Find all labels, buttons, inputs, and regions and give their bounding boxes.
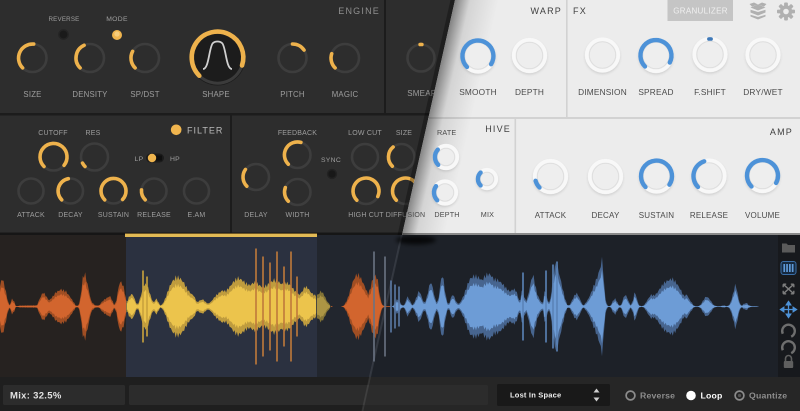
svg-text:GRANULIZER: GRANULIZER — [673, 7, 728, 16]
svg-text:DENSITY: DENSITY — [72, 90, 108, 99]
svg-text:HIGH CUT: HIGH CUT — [348, 212, 384, 219]
svg-text:PITCH: PITCH — [280, 90, 304, 99]
svg-text:SHAPE: SHAPE — [202, 90, 229, 99]
svg-text:Loop: Loop — [701, 391, 723, 401]
svg-text:SUSTAIN: SUSTAIN — [639, 211, 675, 220]
svg-text:MODE: MODE — [106, 16, 128, 23]
svg-text:LOW CUT: LOW CUT — [348, 130, 382, 137]
svg-text:REVERSE: REVERSE — [49, 16, 80, 23]
svg-text:F.SHIFT: F.SHIFT — [694, 87, 726, 97]
svg-text:ENGINE: ENGINE — [338, 6, 380, 16]
svg-text:SYNC: SYNC — [321, 157, 341, 164]
svg-text:SIZE: SIZE — [396, 130, 412, 137]
svg-text:DECAY: DECAY — [58, 212, 83, 219]
svg-text:ATTACK: ATTACK — [535, 211, 567, 220]
svg-text:Mix: 32.5%: Mix: 32.5% — [10, 391, 62, 402]
svg-text:MAGIC: MAGIC — [332, 90, 359, 99]
svg-text:DELAY: DELAY — [244, 212, 268, 219]
svg-text:SUSTAIN: SUSTAIN — [98, 212, 129, 219]
svg-text:LP: LP — [135, 156, 144, 163]
svg-text:DEPTH: DEPTH — [434, 210, 459, 219]
svg-text:Lost In Space: Lost In Space — [510, 391, 561, 400]
svg-text:HP: HP — [170, 156, 180, 163]
svg-text:DIMENSION: DIMENSION — [578, 87, 627, 97]
svg-text:VOLUME: VOLUME — [745, 211, 780, 220]
svg-text:FX: FX — [573, 6, 587, 16]
svg-text:WARP: WARP — [531, 6, 562, 16]
svg-text:HIVE: HIVE — [485, 124, 511, 134]
svg-text:WIDTH: WIDTH — [286, 212, 310, 219]
svg-text:Reverse: Reverse — [640, 391, 675, 401]
svg-text:MIX: MIX — [481, 210, 494, 219]
svg-text:FILTER: FILTER — [187, 126, 223, 136]
svg-text:RELEASE: RELEASE — [137, 212, 171, 219]
svg-text:DRY/WET: DRY/WET — [743, 87, 783, 97]
svg-text:SP/DST: SP/DST — [130, 90, 159, 99]
svg-text:SMOOTH: SMOOTH — [459, 87, 497, 97]
svg-text:Quantize: Quantize — [749, 391, 787, 401]
svg-text:DEPTH: DEPTH — [515, 87, 544, 97]
svg-text:RES: RES — [86, 130, 101, 137]
svg-text:FEEDBACK: FEEDBACK — [278, 130, 317, 137]
svg-text:ATTACK: ATTACK — [17, 212, 45, 219]
svg-text:SIZE: SIZE — [23, 90, 41, 99]
svg-text:E.AM: E.AM — [188, 212, 206, 219]
svg-text:AMP: AMP — [770, 127, 793, 137]
svg-text:RELEASE: RELEASE — [690, 211, 728, 220]
svg-text:CUTOFF: CUTOFF — [38, 130, 67, 137]
svg-text:RATE: RATE — [437, 128, 456, 137]
svg-text:SPREAD: SPREAD — [638, 87, 673, 97]
svg-text:DECAY: DECAY — [592, 211, 620, 220]
